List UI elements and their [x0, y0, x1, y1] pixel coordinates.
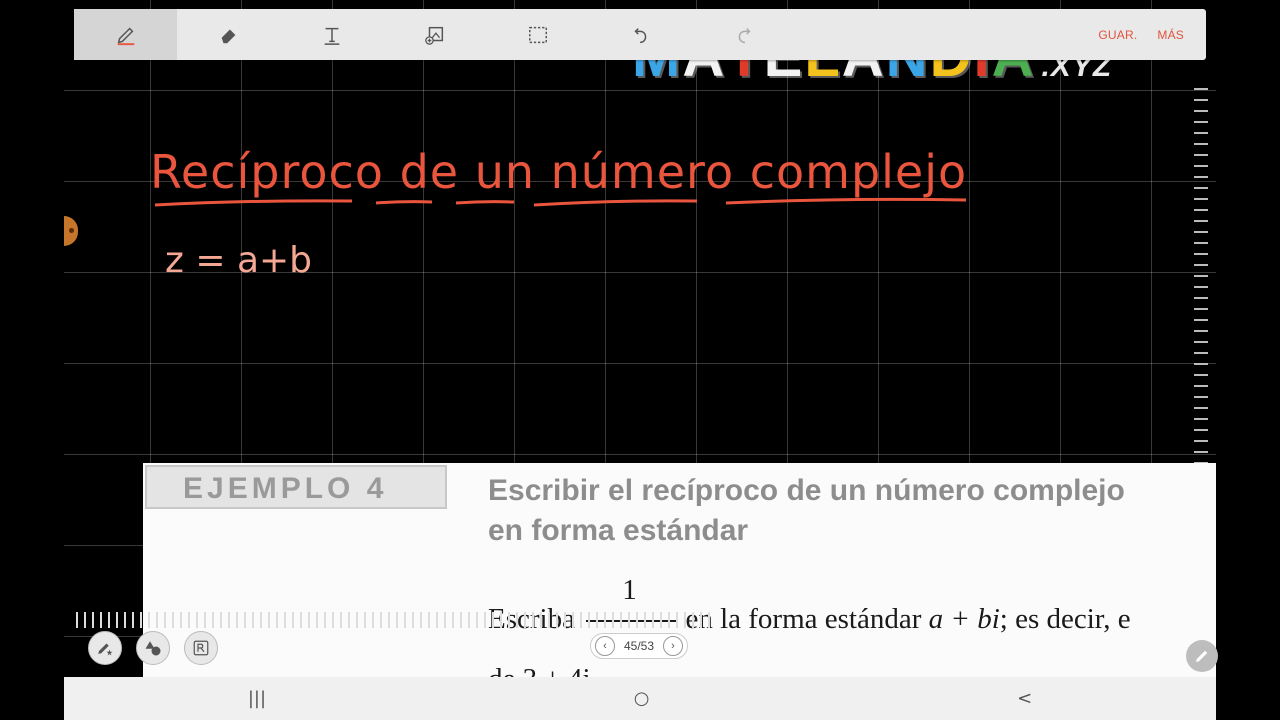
- shapes-button[interactable]: [136, 631, 170, 665]
- title-underline-4: [533, 199, 698, 207]
- title-underline-2: [375, 200, 433, 205]
- back-button[interactable]: <: [1017, 688, 1032, 709]
- handwritten-title: Recíproco de un número complejo: [150, 145, 967, 199]
- pen-toolbar: GUAR. MÁS: [74, 9, 1206, 60]
- pencil-icon: [1196, 650, 1208, 662]
- title-underline-5: [725, 197, 967, 205]
- text-tool-button[interactable]: [280, 9, 383, 60]
- title-underline-1: [154, 199, 353, 207]
- example-title: Escribir el recíproco de un número compl…: [488, 471, 1125, 551]
- statement-math: a + bi: [928, 603, 1000, 635]
- horizontal-ruler: [76, 612, 716, 628]
- example-label: EJEMPLO 4: [145, 465, 447, 509]
- page-indicator: 45/53: [623, 639, 655, 653]
- statement-suffix: ; es decir, e: [999, 603, 1131, 635]
- next-page-button[interactable]: ›: [663, 636, 683, 656]
- example-statement-line2: de 3 + 4i: [488, 663, 591, 677]
- eraser-icon: [221, 29, 235, 43]
- system-navigation-bar: ||| ○ <: [64, 677, 1216, 720]
- image-tool-button[interactable]: [383, 9, 486, 60]
- shapes-icon: [145, 641, 161, 656]
- example-title-line1: Escribir el recíproco de un número compl…: [488, 474, 1125, 507]
- text-recognition-icon: [193, 640, 209, 656]
- undo-button[interactable]: [589, 9, 692, 60]
- pen-tool-button[interactable]: [74, 9, 177, 60]
- statement-mid: en la forma estándar: [685, 603, 922, 635]
- home-button[interactable]: ○: [634, 688, 650, 709]
- handwriting-recognition-button[interactable]: [184, 631, 218, 665]
- text-icon: [324, 27, 339, 45]
- recents-button[interactable]: |||: [248, 688, 266, 709]
- edit-button[interactable]: [1186, 640, 1218, 672]
- fraction-numerator: 1: [622, 574, 637, 607]
- pen-star-icon: [98, 643, 113, 656]
- favorite-pen-button[interactable]: [88, 631, 122, 665]
- page-navigator: ‹ 45/53 ›: [590, 633, 688, 659]
- redo-icon: [738, 27, 751, 43]
- redo-button[interactable]: [692, 9, 795, 60]
- pen-icon: [117, 27, 134, 45]
- handwritten-equation: z = a+b: [165, 240, 312, 281]
- previous-page-button[interactable]: ‹: [595, 636, 615, 656]
- selection-icon: [528, 26, 547, 43]
- save-button[interactable]: GUAR.: [1098, 28, 1137, 42]
- image-add-icon: [424, 26, 443, 45]
- more-button[interactable]: MÁS: [1157, 28, 1184, 42]
- eraser-tool-button[interactable]: [177, 9, 280, 60]
- selection-tool-button[interactable]: [486, 9, 589, 60]
- undo-icon: [633, 27, 646, 43]
- example-title-line2: en forma estándar: [488, 514, 749, 547]
- title-underline-3: [455, 200, 515, 205]
